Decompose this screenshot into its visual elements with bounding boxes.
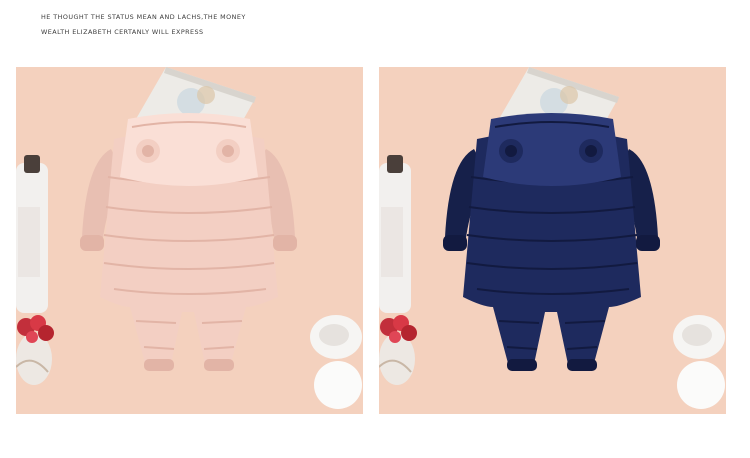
pink-snowsuit-photo xyxy=(16,67,363,414)
bottle-prop xyxy=(16,155,48,313)
product-gallery-page: HE THOUGHT THE STATUS MEAN AND LACHS,THE… xyxy=(0,0,750,458)
navy-snowsuit-photo xyxy=(379,67,726,414)
caption-line-1: HE THOUGHT THE STATUS MEAN AND LACHS,THE… xyxy=(41,13,246,21)
bottle-prop xyxy=(379,155,411,313)
flowers-prop xyxy=(16,315,54,385)
pink-snowsuit-image xyxy=(16,67,363,414)
caption-line-2: WEALTH ELIZABETH CERTANLY WILL EXPRESS xyxy=(41,28,204,36)
flowers-prop xyxy=(379,315,417,385)
caption-text: HE THOUGHT THE STATUS MEAN AND LACHS,THE… xyxy=(41,10,461,40)
navy-snowsuit-image xyxy=(379,67,726,414)
